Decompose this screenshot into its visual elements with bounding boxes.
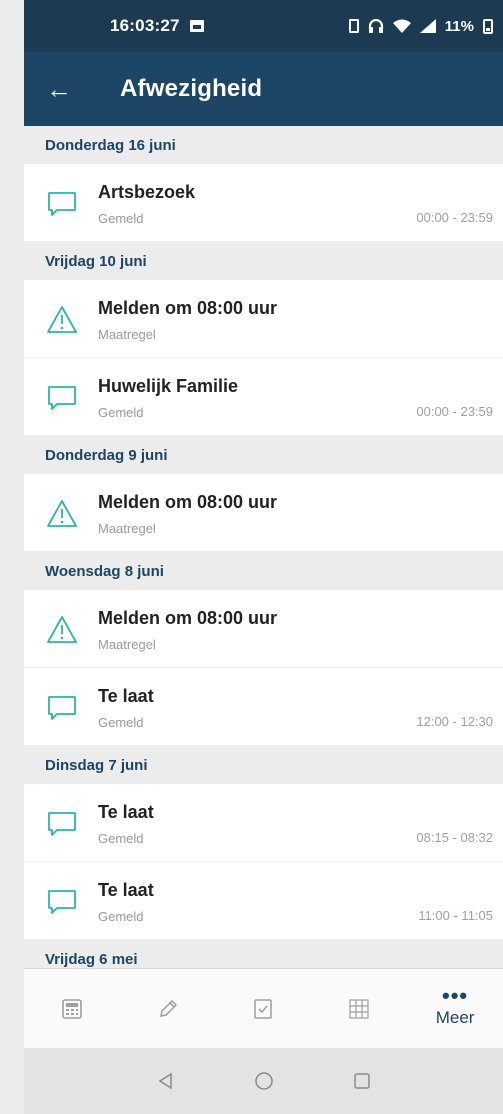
item-texts: Melden om 08:00 uur Maatregel <box>98 492 277 536</box>
chat-icon <box>46 188 78 220</box>
warning-icon <box>46 304 78 336</box>
app-bar: ← Afwezigheid <box>24 52 503 126</box>
nav-more-button[interactable]: ••• Meer <box>407 969 503 1048</box>
nav-pencil-button[interactable] <box>120 969 216 1048</box>
section-header: Dinsdag 7 juni <box>24 746 503 784</box>
item-texts: Melden om 08:00 uur Maatregel <box>98 608 277 652</box>
grid-icon <box>349 998 369 1019</box>
section-header: Vrijdag 6 mei <box>24 940 503 968</box>
absence-list[interactable]: Donderdag 16 juni Artsbezoek Gemeld 00:00 -… <box>24 126 503 968</box>
item-texts: Artsbezoek Gemeld <box>98 182 195 226</box>
more-icon: ••• <box>442 982 469 1008</box>
system-recents-icon[interactable] <box>352 1071 372 1091</box>
item-texts: Te laat Gemeld <box>98 802 154 846</box>
item-title: Te laat <box>98 880 154 900</box>
item-time-range: 00:00 - 23:59 <box>416 404 493 419</box>
item-title: Melden om 08:00 uur <box>98 608 278 628</box>
section-header: Woensdag 8 juni <box>24 552 503 590</box>
chat-icon <box>46 382 78 414</box>
item-texts: Te laat Gemeld <box>98 880 154 924</box>
item-time-range: 11:00 - 11:05 <box>418 908 493 923</box>
checkbox-icon <box>254 998 273 1019</box>
item-texts: Melden om 08:00 uur Maatregel <box>98 298 277 342</box>
item-title: Te laat <box>98 802 154 822</box>
section-header: Donderdag 16 juni <box>24 126 503 164</box>
calculator-icon <box>62 998 82 1019</box>
system-navigation-bar <box>24 1048 503 1114</box>
item-title: Melden om 08:00 uur <box>98 298 278 318</box>
system-home-icon[interactable] <box>254 1071 274 1091</box>
item-title: Melden om 08:00 uur <box>98 492 278 512</box>
warning-icon <box>46 614 78 646</box>
absence-item[interactable]: Huwelijk Familie Gemeld 00:00 - 23:59 <box>24 358 503 436</box>
item-subtitle: Gemeld <box>98 405 144 420</box>
absence-item[interactable]: Te laat Gemeld 08:15 - 08:32 <box>24 784 503 862</box>
page-title: Afwezigheid <box>120 75 263 102</box>
back-arrow-icon[interactable]: ← <box>46 74 100 105</box>
status-indicators: 11% <box>348 17 493 35</box>
item-title: Huwelijk Familie <box>98 376 239 396</box>
pencil-icon <box>159 999 177 1017</box>
absence-item[interactable]: Te laat Gemeld 12:00 - 12:30 <box>24 668 503 746</box>
item-time-range: 00:00 - 23:59 <box>416 210 493 225</box>
bottom-navigation: ••• Meer <box>24 968 503 1048</box>
item-subtitle: Maatregel <box>98 521 156 536</box>
chat-icon <box>46 808 78 840</box>
warning-icon <box>46 498 78 530</box>
nav-more-label: Meer <box>435 1007 475 1027</box>
item-subtitle: Maatregel <box>98 637 156 652</box>
absence-item[interactable]: Melden om 08:00 uur Maatregel <box>24 280 503 358</box>
absence-item[interactable]: Te laat Gemeld 11:00 - 11:05 <box>24 862 503 940</box>
item-title: Artsbezoek <box>98 182 196 202</box>
battery-percentage: 11% <box>444 17 474 35</box>
absence-item[interactable]: Melden om 08:00 uur Maatregel <box>24 474 503 552</box>
chat-icon <box>46 692 78 724</box>
nav-checklist-button[interactable] <box>216 969 312 1048</box>
nav-calculator-button[interactable] <box>24 969 120 1048</box>
item-texts: Te laat Gemeld <box>98 686 154 730</box>
signal-icon <box>419 19 436 33</box>
headset-icon <box>368 19 383 33</box>
status-bar: 16:03:27 11% <box>24 0 503 52</box>
absence-item[interactable]: Artsbezoek Gemeld 00:00 - 23:59 <box>24 164 503 242</box>
status-time: 16:03:27 <box>110 16 180 35</box>
item-time-range: 08:15 - 08:32 <box>416 830 493 845</box>
item-texts: Huwelijk Familie Gemeld <box>98 376 238 420</box>
battery-icon <box>483 18 493 34</box>
sim-icon <box>348 19 359 33</box>
item-subtitle: Gemeld <box>98 715 144 730</box>
section-header: Vrijdag 10 juni <box>24 242 503 280</box>
item-time-range: 12:00 - 12:30 <box>416 714 493 729</box>
absence-item[interactable]: Melden om 08:00 uur Maatregel <box>24 590 503 668</box>
chat-icon <box>46 886 78 918</box>
item-title: Te laat <box>98 686 154 706</box>
item-subtitle: Gemeld <box>98 831 144 846</box>
system-back-icon[interactable] <box>156 1071 176 1091</box>
wifi-icon <box>392 19 411 33</box>
item-subtitle: Maatregel <box>98 327 156 342</box>
nav-grid-button[interactable] <box>311 969 407 1048</box>
phone-screen: 16:03:27 11% ← Afwezigheid Donderdag 16 … <box>24 0 503 1114</box>
section-header: Donderdag 9 juni <box>24 436 503 474</box>
item-subtitle: Gemeld <box>98 909 144 924</box>
image-notification-icon <box>189 20 204 32</box>
item-subtitle: Gemeld <box>98 211 144 226</box>
